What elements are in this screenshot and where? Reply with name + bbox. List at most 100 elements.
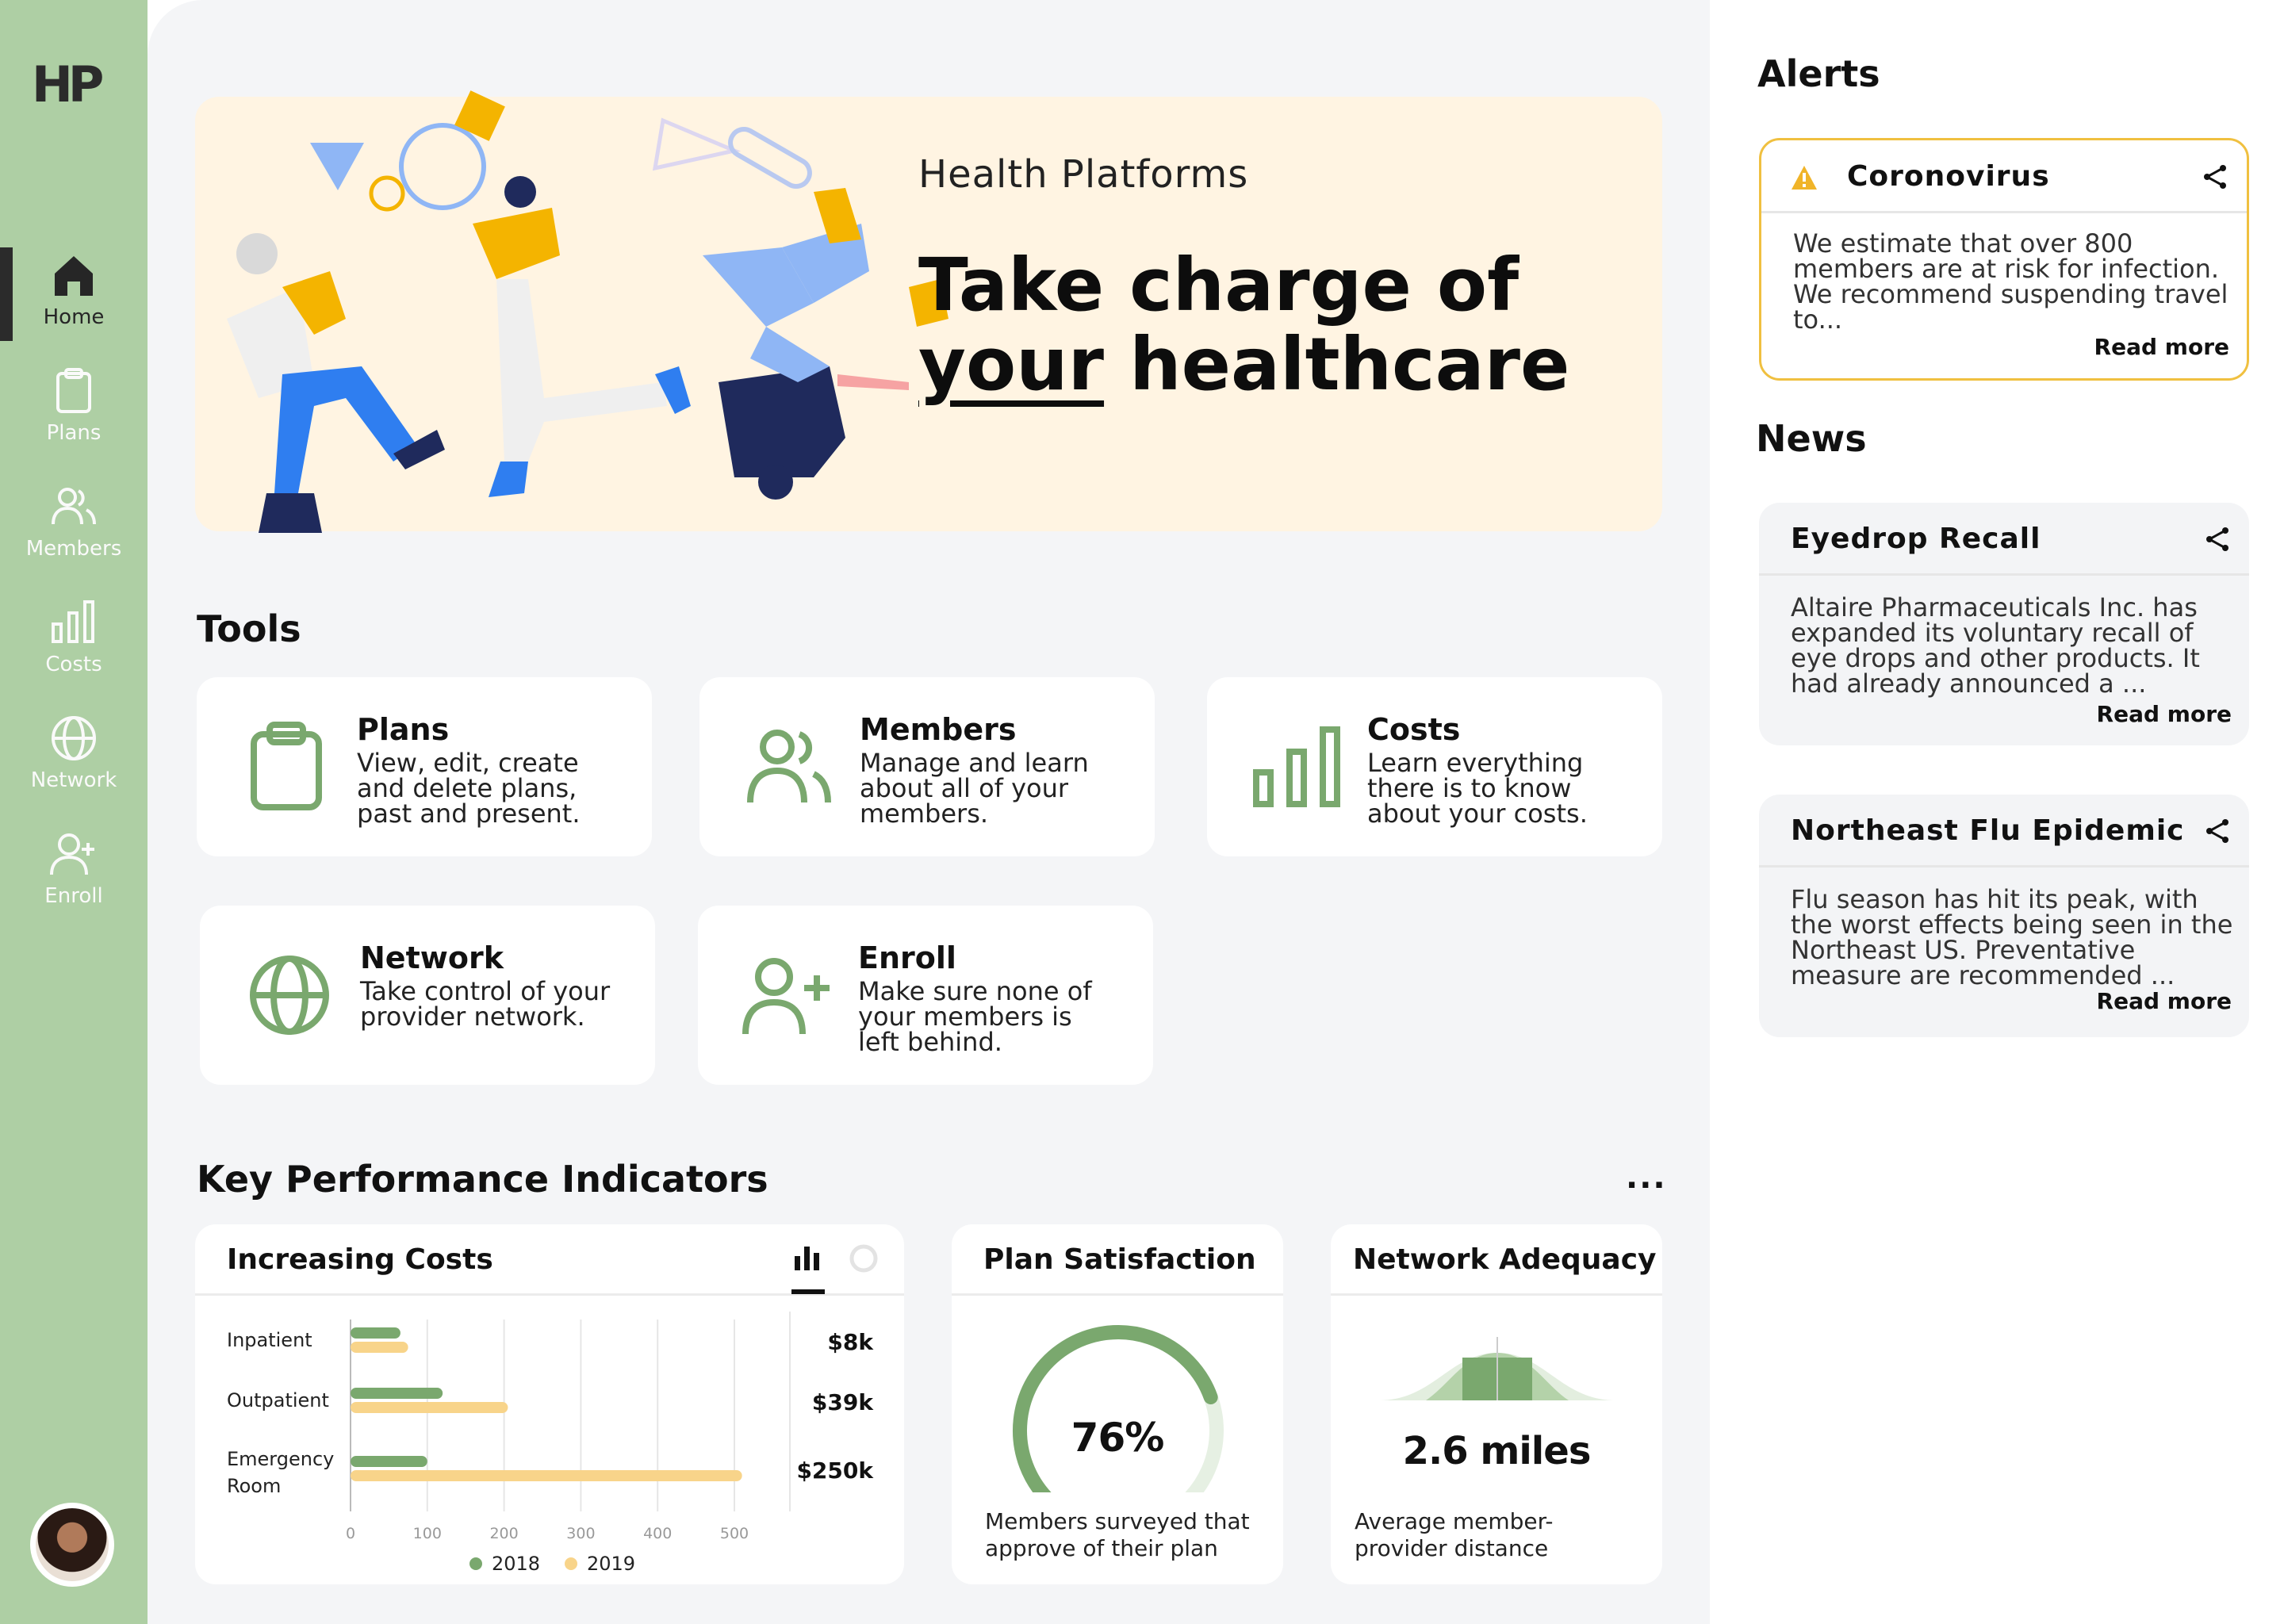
caption-line: approve of their plan — [985, 1535, 1218, 1561]
sidebar: HP Home Plans Members Costs Network Enro… — [0, 0, 148, 1624]
share-icon[interactable] — [2201, 163, 2229, 191]
legend-label: 2018 — [492, 1553, 540, 1575]
more-options-button[interactable]: ... — [1626, 1159, 1667, 1196]
tool-card-members[interactable]: Members Manage and learn about all of yo… — [699, 677, 1155, 856]
caption-line: provider distance — [1355, 1535, 1549, 1561]
satisfaction-caption: Members surveyed that approve of their p… — [985, 1508, 1250, 1562]
alerts-title: Alerts — [1757, 52, 1880, 95]
alert-card[interactable]: Coronovirus We estimate that over 800 me… — [1759, 138, 2249, 381]
tool-title: Costs — [1367, 712, 1461, 747]
news-card-eyedrop[interactable]: Eyedrop Recall Altaire Pharmaceuticals I… — [1759, 503, 2249, 745]
tool-card-plans[interactable]: Plans View, edit, create and delete plan… — [197, 677, 652, 856]
bar-view-icon[interactable] — [791, 1242, 823, 1274]
legend-label: 2019 — [587, 1553, 635, 1575]
category-label: Inpatient — [227, 1329, 312, 1351]
satisfaction-value: 76% — [1071, 1415, 1165, 1461]
nav-item-plans[interactable]: Plans — [0, 354, 148, 457]
share-icon[interactable] — [2203, 817, 2232, 845]
x-tick-label: 100 — [413, 1525, 442, 1542]
kpi-card-title: Plan Satisfaction — [952, 1224, 1283, 1296]
value-label: $8k — [827, 1329, 874, 1355]
globe-icon — [250, 956, 329, 1035]
x-tick-label: 300 — [566, 1525, 595, 1542]
news-card-flu[interactable]: Northeast Flu Epidemic Flu season has hi… — [1759, 795, 2249, 1037]
kpi-card-satisfaction: Plan Satisfaction 76% Members surveyed t… — [952, 1224, 1283, 1584]
clipboard-icon — [56, 368, 91, 413]
users-icon — [52, 488, 96, 525]
hero-title-line1: Take charge of — [918, 243, 1519, 327]
nav-item-enroll[interactable]: Enroll — [0, 817, 148, 920]
adequacy-caption: Average member- provider distance — [1355, 1508, 1553, 1562]
dancing-people-illustration — [227, 90, 948, 533]
x-tick-label: 0 — [346, 1525, 355, 1542]
alert-title: Coronovirus — [1761, 140, 2247, 213]
warning-icon — [1792, 166, 1817, 190]
bar-2019 — [351, 1342, 408, 1353]
bar-2019 — [351, 1470, 742, 1481]
users-icon — [747, 730, 831, 803]
hero-subtitle: Health Platforms — [918, 152, 1249, 197]
tool-title: Plans — [357, 712, 450, 747]
globe-icon — [52, 716, 96, 760]
legend-marker — [469, 1557, 482, 1570]
read-more-link[interactable]: Read more — [2097, 701, 2232, 727]
hero-title-underlined: your — [918, 322, 1105, 407]
tool-card-network[interactable]: Network Take control of your provider ne… — [200, 906, 655, 1085]
avatar-image — [36, 1508, 109, 1581]
nav-item-members[interactable]: Members — [0, 469, 148, 573]
hero-title: Take charge of your healthcare — [918, 246, 1569, 404]
hero-title-line2: your healthcare — [918, 325, 1569, 404]
category-label: Outpatient — [227, 1389, 329, 1411]
costs-bar-chart: 0 100 200 300 400 500 Inpatient $8k Outpatient $3… — [227, 1312, 874, 1575]
nav-label: Home — [43, 305, 105, 329]
nav-label: Enroll — [44, 884, 103, 908]
satisfaction-gauge — [1013, 1325, 1224, 1492]
read-more-link[interactable]: Read more — [2097, 988, 2232, 1014]
tool-desc: Make sure none of your members is left b… — [858, 976, 1092, 1057]
news-item-body: Flu season has hit its peak, with the wo… — [1791, 884, 2233, 990]
hero-banner: Health Platforms Take charge of your hea… — [195, 90, 1662, 533]
logo: HP — [32, 56, 104, 113]
nav-label: Costs — [45, 653, 102, 676]
user-plus-icon — [50, 833, 94, 875]
nav-item-network[interactable]: Network — [0, 701, 148, 804]
nav-item-costs[interactable]: Costs — [0, 585, 148, 688]
tool-card-costs[interactable]: Costs Learn everything there is to know … — [1207, 677, 1662, 856]
bar-chart-icon — [52, 600, 94, 643]
kpi-card-title: Network Adequacy — [1331, 1224, 1662, 1296]
pie-view-icon[interactable] — [849, 1243, 879, 1274]
tool-title: Members — [860, 712, 1017, 747]
nav-item-home[interactable]: Home — [0, 238, 148, 341]
legend-marker — [565, 1557, 577, 1570]
caption-line: Members surveyed that — [985, 1508, 1250, 1534]
share-icon[interactable] — [2203, 525, 2232, 553]
tool-desc: Take control of your provider network. — [360, 976, 611, 1032]
news-item-title: Northeast Flu Epidemic — [1759, 795, 2249, 868]
caption-line: Average member- — [1355, 1508, 1554, 1534]
read-more-link[interactable]: Read more — [2094, 334, 2229, 360]
distribution-curve — [1378, 1337, 1616, 1400]
bar-2018 — [351, 1388, 443, 1399]
tools-title: Tools — [197, 607, 301, 650]
tool-title: Enroll — [858, 940, 956, 975]
tool-desc: Learn everything there is to know about … — [1367, 748, 1588, 829]
kpi-title: Key Performance Indicators — [197, 1158, 768, 1201]
bar-2019 — [351, 1402, 508, 1413]
kpi-card-costs: Increasing Costs 0 100 200 300 400 500 Inpatie… — [195, 1224, 904, 1584]
clipboard-icon — [251, 722, 322, 810]
value-label: $39k — [812, 1389, 874, 1415]
kpi-card-adequacy: Network Adequacy 2.6 miles Average membe… — [1331, 1224, 1662, 1584]
value-label: $250k — [796, 1457, 874, 1484]
bar-2018 — [351, 1327, 400, 1339]
hero-title-rest: healthcare — [1104, 322, 1570, 407]
avatar[interactable] — [30, 1503, 114, 1587]
category-label: Room — [227, 1475, 281, 1497]
category-label: Emergency — [227, 1448, 334, 1470]
bar-chart-icon — [1253, 726, 1340, 807]
x-tick-label: 400 — [643, 1525, 672, 1542]
alert-body: We estimate that over 800 members are at… — [1793, 228, 2228, 335]
bar-view-active-indicator — [791, 1289, 825, 1294]
adequacy-value: 2.6 miles — [1402, 1429, 1592, 1473]
tool-card-enroll[interactable]: Enroll Make sure none of your members is… — [698, 906, 1153, 1085]
tool-title: Network — [360, 940, 504, 975]
